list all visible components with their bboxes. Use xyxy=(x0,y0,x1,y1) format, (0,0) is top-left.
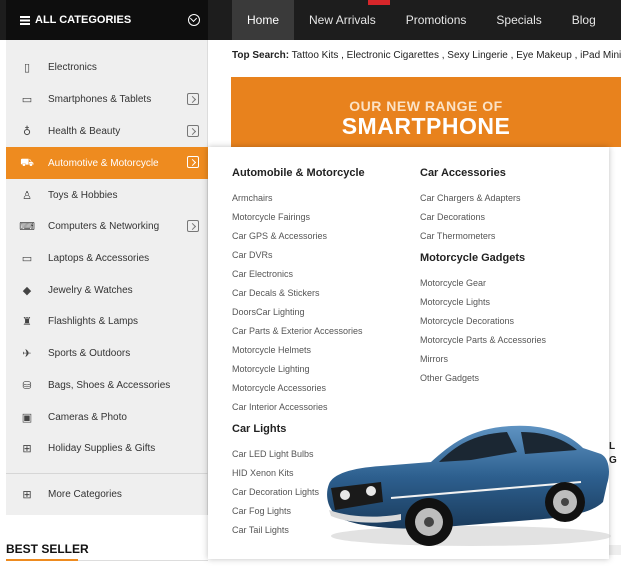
computer-icon: ⌨ xyxy=(19,219,35,233)
top-navigation-bar: ALL CATEGORIES Home New Arrivals Promotion… xyxy=(0,0,621,40)
more-categories-button[interactable]: ⊞ More Categories xyxy=(6,479,208,509)
all-categories-toggle[interactable]: ALL CATEGORIES xyxy=(6,0,208,40)
sidebar-item-bags-shoes-accessories[interactable]: ⛁ Bags, Shoes & Accessories xyxy=(6,370,208,400)
mega-menu-link[interactable]: Car Chargers & Adapters xyxy=(420,193,546,212)
mega-menu-link[interactable]: DoorsCar Lighting xyxy=(232,307,365,326)
sidebar-item-label: Electronics xyxy=(48,61,97,73)
plus-box-icon: ⊞ xyxy=(22,487,32,501)
mega-menu-link[interactable]: Mirrors xyxy=(420,354,546,373)
sidebar-item-label: Cameras & Photo xyxy=(48,411,127,423)
mega-menu-link[interactable]: Motorcycle Fairings xyxy=(232,212,365,231)
car-icon: ⛟ xyxy=(20,155,34,169)
nav-item-new-arrivals[interactable]: New Arrivals xyxy=(294,0,391,40)
all-categories-label: ALL CATEGORIES xyxy=(35,14,132,26)
sidebar-item-label: Computers & Networking xyxy=(48,220,160,232)
mega-menu-link[interactable]: Motorcycle Gear xyxy=(420,278,546,297)
mega-menu-link[interactable]: Motorcycle Decorations xyxy=(420,316,546,335)
sidebar-item-label: Holiday Supplies & Gifts xyxy=(48,442,156,454)
top-search-terms[interactable]: Tattoo Kits , Electronic Cigarettes , Se… xyxy=(292,50,621,61)
menu-icon xyxy=(20,15,30,25)
hot-badge xyxy=(368,0,390,5)
more-categories-label: More Categories xyxy=(48,488,122,500)
mega-menu-link[interactable]: Other Gadgets xyxy=(420,373,546,392)
camera-icon: ▣ xyxy=(21,410,33,424)
flashlight-icon: ♜ xyxy=(22,314,32,328)
mega-menu-link[interactable]: Armchairs xyxy=(232,193,365,212)
car-illustration xyxy=(327,425,611,546)
sidebar-item-cameras-photo[interactable]: ▣ Cameras & Photo xyxy=(6,402,208,432)
mega-menu-link[interactable]: Car Decorations xyxy=(420,212,546,231)
mega-menu-link[interactable]: Motorcycle Lighting xyxy=(232,364,365,383)
mega-menu-link[interactable]: Car Electronics xyxy=(232,269,365,288)
sidebar-item-label: Automotive & Motorcycle xyxy=(48,157,159,169)
mega-menu-link[interactable]: Motorcycle Accessories xyxy=(232,383,365,402)
sidebar-item-label: Health & Beauty xyxy=(48,125,121,137)
nav-item-home[interactable]: Home xyxy=(232,0,295,40)
sidebar-item-holiday-supplies-gifts[interactable]: ⊞ Holiday Supplies & Gifts xyxy=(6,433,208,463)
sidebar-divider xyxy=(6,473,208,474)
top-search-label: Top Search: xyxy=(232,50,290,61)
chevron-right-icon[interactable] xyxy=(187,125,199,137)
sidebar-item-label: Jewelry & Watches xyxy=(48,284,133,296)
mega-menu-link[interactable]: Motorcycle Lights xyxy=(420,297,546,316)
bag-icon: ⛁ xyxy=(22,378,32,392)
chevron-right-icon[interactable] xyxy=(187,93,199,105)
nav-item-promotions[interactable]: Promotions xyxy=(391,0,482,40)
mega-menu-link[interactable]: Car GPS & Accessories xyxy=(232,231,365,250)
sidebar-item-electronics[interactable]: ▯ Electronics xyxy=(6,52,208,82)
nav-item-specials[interactable]: Specials xyxy=(481,0,556,40)
sidebar-item-label: Toys & Hobbies xyxy=(48,189,118,201)
diamond-icon: ◆ xyxy=(22,283,32,297)
baby-bottle-icon: ♙ xyxy=(22,188,32,202)
sidebar-item-toys-hobbies[interactable]: ♙ Toys & Hobbies xyxy=(6,180,208,210)
sidebar-item-label: Sports & Outdoors xyxy=(48,347,131,359)
tablet-icon: ▭ xyxy=(21,92,33,106)
chevron-right-icon[interactable] xyxy=(187,156,199,168)
sidebar-item-label: Flashlights & Lamps xyxy=(48,315,139,327)
sidebar-item-label: Laptops & Accessories xyxy=(48,252,150,264)
sidebar-item-smartphones-tablets[interactable]: ▭ Smartphones & Tablets xyxy=(6,84,208,114)
sports-icon: ✈ xyxy=(22,346,32,360)
banner-line-2: SMARTPHONE xyxy=(341,113,511,139)
banner-line-1: OUR NEW RANGE OF xyxy=(349,98,503,114)
bottle-icon: ♁ xyxy=(22,124,32,138)
sidebar-item-automotive-motorcycle[interactable]: ⛟ Automotive & Motorcycle xyxy=(6,147,208,179)
top-search: Top Search: Tattoo Kits , Electronic Cig… xyxy=(232,50,621,61)
nav-item-blog[interactable]: Blog xyxy=(557,0,611,40)
sidebar-item-flashlights-lamps[interactable]: ♜ Flashlights & Lamps xyxy=(6,306,208,336)
mega-menu-link[interactable]: Motorcycle Helmets xyxy=(232,345,365,364)
mega-menu-heading[interactable]: Automobile & Motorcycle xyxy=(232,167,365,183)
sidebar-item-laptops-accessories[interactable]: ▭ Laptops & Accessories xyxy=(6,243,208,273)
ipod-icon: ▯ xyxy=(23,60,31,74)
sidebar-item-sports-outdoors[interactable]: ✈ Sports & Outdoors xyxy=(6,338,208,368)
best-seller-heading: BEST SELLER xyxy=(6,542,89,556)
mega-menu-link[interactable]: Car Decals & Stickers xyxy=(232,288,365,307)
chevron-right-icon[interactable] xyxy=(187,220,199,232)
sidebar-item-label: Smartphones & Tablets xyxy=(48,93,152,105)
sidebar-item-label: Bags, Shoes & Accessories xyxy=(48,379,171,391)
sidebar-item-computers-networking[interactable]: ⌨ Computers & Networking xyxy=(6,211,208,241)
nav-item-co[interactable]: Co xyxy=(611,0,621,40)
mega-menu-column: Car Accessories Car Chargers & Adapters Ca… xyxy=(420,167,546,392)
laptop-icon: ▭ xyxy=(21,251,33,265)
mega-menu-link[interactable]: Car Thermometers xyxy=(420,231,546,250)
mega-menu-heading[interactable]: Car Accessories xyxy=(420,167,546,183)
mega-menu-heading[interactable]: Motorcycle Gadgets xyxy=(420,252,546,268)
main-nav: HomeNew ArrivalsPromotionsSpecialsBlogCo xyxy=(232,0,621,40)
category-sidebar: ▯ Electronics ▭ Smartphones & Tablets ♁ Healt… xyxy=(6,40,208,515)
mega-menu-link[interactable]: Motorcycle Parts & Accessories xyxy=(420,335,546,354)
chevron-down-icon[interactable] xyxy=(188,14,200,26)
mega-menu-link[interactable]: Car DVRs xyxy=(232,250,365,269)
sidebar-item-jewelry-watches[interactable]: ◆ Jewelry & Watches xyxy=(6,275,208,305)
gift-icon: ⊞ xyxy=(22,441,32,455)
promo-banner[interactable]: OUR NEW RANGE OF SMARTPHONE xyxy=(231,77,621,147)
mega-menu-link[interactable]: Car Parts & Exterior Accessories xyxy=(232,326,365,345)
sidebar-item-health-beauty[interactable]: ♁ Health & Beauty xyxy=(6,116,208,146)
best-seller-underline xyxy=(6,559,78,561)
